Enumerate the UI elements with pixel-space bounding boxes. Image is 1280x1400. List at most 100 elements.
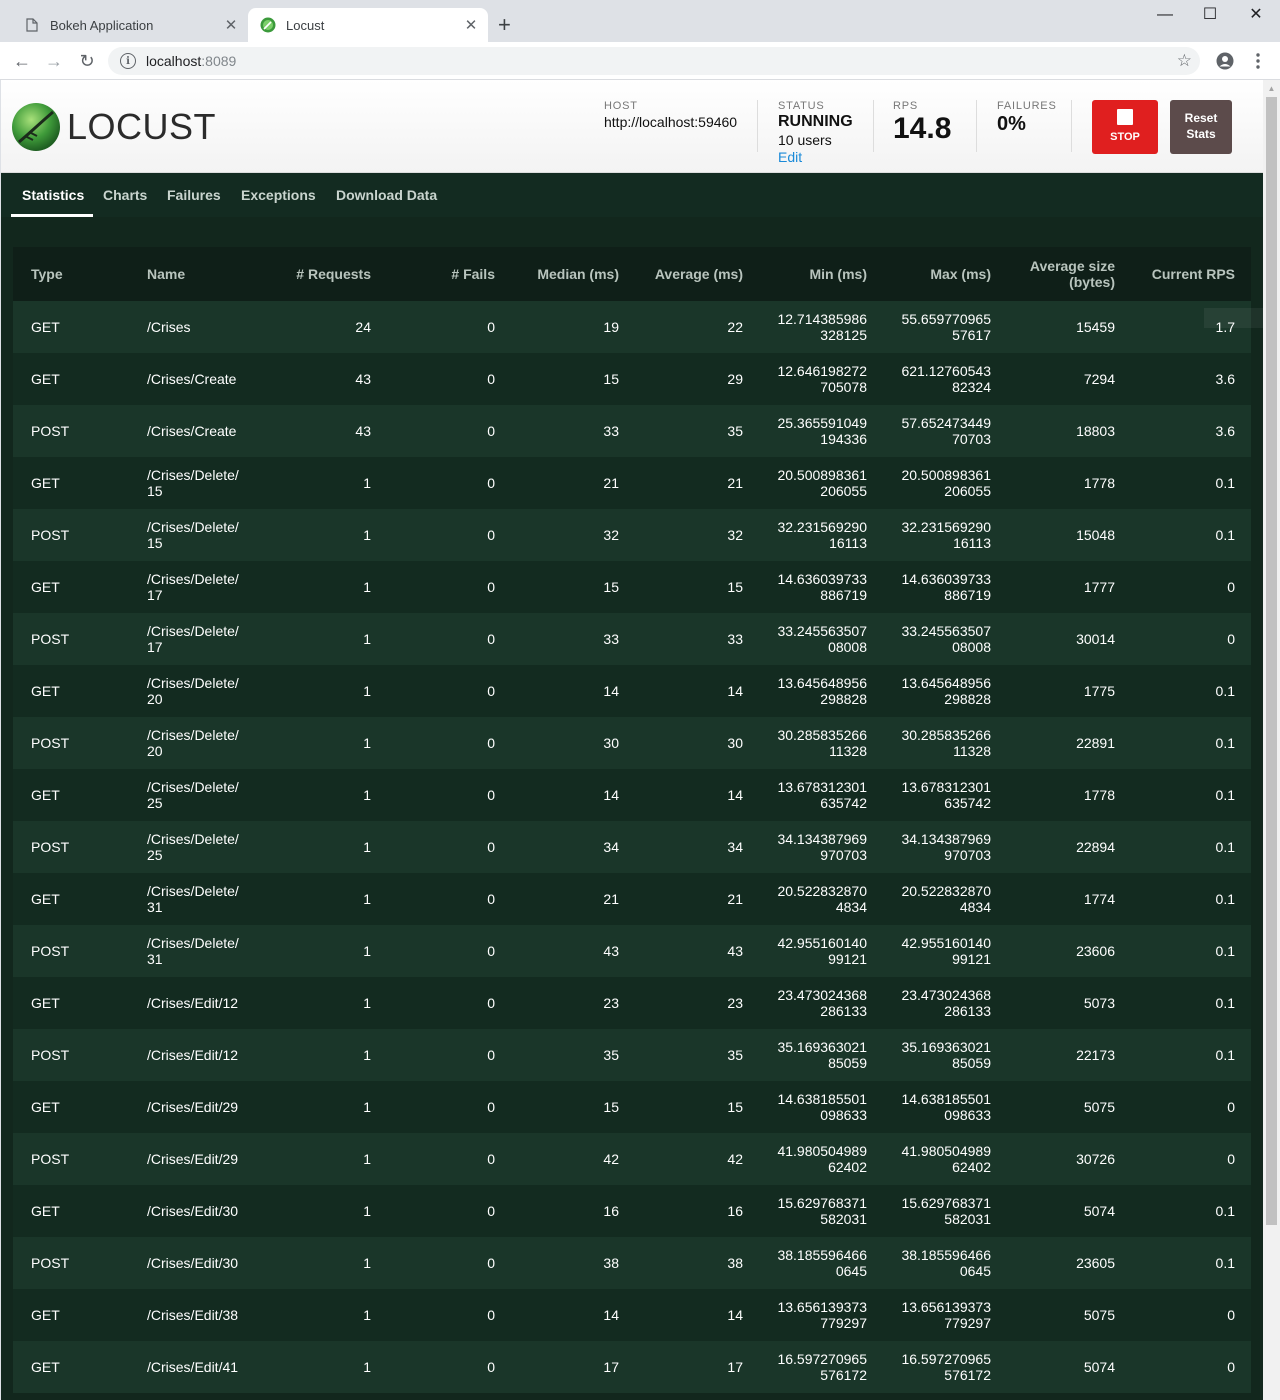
- table-row: GET/Crises/Edit/41 1 0 17 17 16.5972709655761…: [13, 1341, 1251, 1393]
- cell-type: GET: [31, 1099, 60, 1115]
- edit-users-link[interactable]: Edit: [778, 149, 853, 165]
- maximize-button[interactable]: ☐: [1187, 4, 1233, 26]
- status-stat: STATUS RUNNING 10 users Edit: [778, 100, 853, 165]
- cell-fails: 0: [487, 787, 495, 803]
- column-header[interactable]: # Fails: [387, 247, 511, 301]
- cell-median: 33: [603, 631, 619, 647]
- cell-type: GET: [31, 995, 60, 1011]
- cell-median: 15: [603, 371, 619, 387]
- column-header[interactable]: Max (ms): [883, 247, 1007, 301]
- cell-median: 35: [603, 1047, 619, 1063]
- scrollbar-thumb[interactable]: [1266, 97, 1277, 1225]
- cell-fails: 0: [487, 579, 495, 595]
- bookmark-star-icon[interactable]: ☆: [1177, 51, 1192, 71]
- column-header[interactable]: Average (ms): [635, 247, 759, 301]
- cell-average: 38: [727, 1255, 743, 1271]
- new-tab-button[interactable]: +: [498, 12, 511, 38]
- cell-max: 34.134387969970703: [901, 831, 991, 863]
- cell-name: /Crises/Delete/15: [147, 467, 239, 499]
- cell-type: GET: [31, 475, 60, 491]
- minimize-button[interactable]: —: [1142, 4, 1188, 26]
- cell-average: 16: [727, 1203, 743, 1219]
- cell-size: 5073: [1083, 995, 1115, 1011]
- cell-min: 13.678312301635742: [777, 779, 867, 811]
- cell-min: 30.28583526611328: [777, 727, 867, 759]
- table-row: GET/Crises 24 0 19 22 12.714385986328125 55.65…: [13, 301, 1251, 353]
- tab-bokeh-application[interactable]: Bokeh Application ✕: [12, 8, 248, 42]
- cell-fails: 0: [487, 371, 495, 387]
- cell-max: 55.65977096557617: [901, 311, 991, 343]
- site-info-icon[interactable]: i: [120, 53, 136, 69]
- close-icon[interactable]: ✕: [220, 16, 242, 34]
- column-header[interactable]: Current RPS: [1131, 247, 1251, 301]
- stop-square-icon: [1117, 109, 1133, 125]
- page-scrollbar[interactable]: ▲: [1263, 80, 1280, 1400]
- profile-avatar-icon[interactable]: [1215, 51, 1235, 71]
- cell-requests: 1: [363, 579, 371, 595]
- cell-max: 23.473024368286133: [901, 987, 991, 1019]
- cell-type: POST: [31, 631, 70, 647]
- back-arrow-icon[interactable]: ←: [10, 50, 34, 72]
- cell-median: 21: [603, 475, 619, 491]
- cell-type: GET: [31, 1203, 60, 1219]
- address-bar[interactable]: i localhost:8089 ☆: [108, 47, 1200, 75]
- reload-icon[interactable]: ↻: [75, 50, 99, 72]
- scroll-up-arrow-icon[interactable]: ▲: [1263, 80, 1280, 97]
- cell-fails: 0: [487, 891, 495, 907]
- cell-type: GET: [31, 1359, 60, 1375]
- table-row: GET/Crises/Delete/20 1 0 14 14 13.64564895629…: [13, 665, 1251, 717]
- window-close-button[interactable]: ✕: [1233, 4, 1279, 26]
- tab-locust[interactable]: Locust ✕: [248, 8, 488, 42]
- column-header[interactable]: Average size (bytes): [1007, 247, 1131, 301]
- host-label: HOST: [604, 100, 638, 112]
- column-header[interactable]: Min (ms): [759, 247, 883, 301]
- cell-max: 41.98050498962402: [901, 1143, 991, 1175]
- locust-logo-icon: [12, 103, 60, 151]
- cell-median: 33: [603, 423, 619, 439]
- column-header[interactable]: Type: [13, 247, 129, 301]
- cell-size: 1777: [1083, 579, 1115, 595]
- cell-requests: 43: [355, 371, 371, 387]
- tab-statistics[interactable]: Statistics: [22, 187, 84, 203]
- reset-label: Reset: [1184, 111, 1218, 125]
- cell-name: /Crises/Edit/12: [147, 1047, 239, 1063]
- column-header[interactable]: # Requests: [253, 247, 387, 301]
- table-row: GET/Crises/Edit/29 1 0 15 15 14.6381855010986…: [13, 1081, 1251, 1133]
- cell-average: 21: [727, 475, 743, 491]
- main-content: Statistics Charts Failures Exceptions Do…: [1, 173, 1263, 1400]
- stop-button[interactable]: STOP: [1092, 100, 1158, 154]
- cell-size: 23606: [1076, 943, 1115, 959]
- cell-requests: 1: [363, 1359, 371, 1375]
- host-stat: HOST http://localhost:59460: [604, 100, 737, 130]
- tab-download-data[interactable]: Download Data: [336, 187, 437, 203]
- locust-header: LOCUST HOST http://localhost:59460 STATU…: [1, 80, 1263, 173]
- cell-min: 12.646198272705078: [777, 363, 867, 395]
- tab-exceptions[interactable]: Exceptions: [241, 187, 316, 203]
- cell-rps: 0.1: [1215, 1203, 1235, 1219]
- browser-menu-icon[interactable]: [1248, 51, 1268, 71]
- tab-charts[interactable]: Charts: [103, 187, 147, 203]
- column-header[interactable]: Median (ms): [511, 247, 635, 301]
- divider: [976, 100, 977, 152]
- table-row: GET/Crises/Delete/17 1 0 15 15 14.63603973388…: [13, 561, 1251, 613]
- cell-average: 21: [727, 891, 743, 907]
- cell-min: 38.1855964660645: [777, 1247, 867, 1279]
- cell-rps: 3.6: [1215, 371, 1235, 387]
- cell-fails: 0: [487, 943, 495, 959]
- table-row: POST/Crises/Edit/12 1 0 35 35 35.169363021850…: [13, 1029, 1251, 1081]
- rps-stat: RPS 14.8: [893, 100, 951, 146]
- cell-average: 14: [727, 683, 743, 699]
- reset-stats-button[interactable]: Reset Stats: [1170, 100, 1232, 154]
- cell-average: 17: [727, 1359, 743, 1375]
- close-icon[interactable]: ✕: [460, 16, 482, 34]
- cell-max: 20.500898361206055: [901, 467, 991, 499]
- column-header[interactable]: Name: [129, 247, 253, 301]
- cell-median: 34: [603, 839, 619, 855]
- cell-max: 13.678312301635742: [901, 779, 991, 811]
- forward-arrow-icon[interactable]: →: [42, 50, 66, 72]
- cell-type: POST: [31, 1151, 70, 1167]
- tab-failures[interactable]: Failures: [167, 187, 221, 203]
- cell-name: /Crises/Delete/31: [147, 883, 239, 915]
- rps-label: RPS: [893, 100, 919, 112]
- table-row: POST/Crises/Edit/30 1 0 38 38 38.185596466064…: [13, 1237, 1251, 1289]
